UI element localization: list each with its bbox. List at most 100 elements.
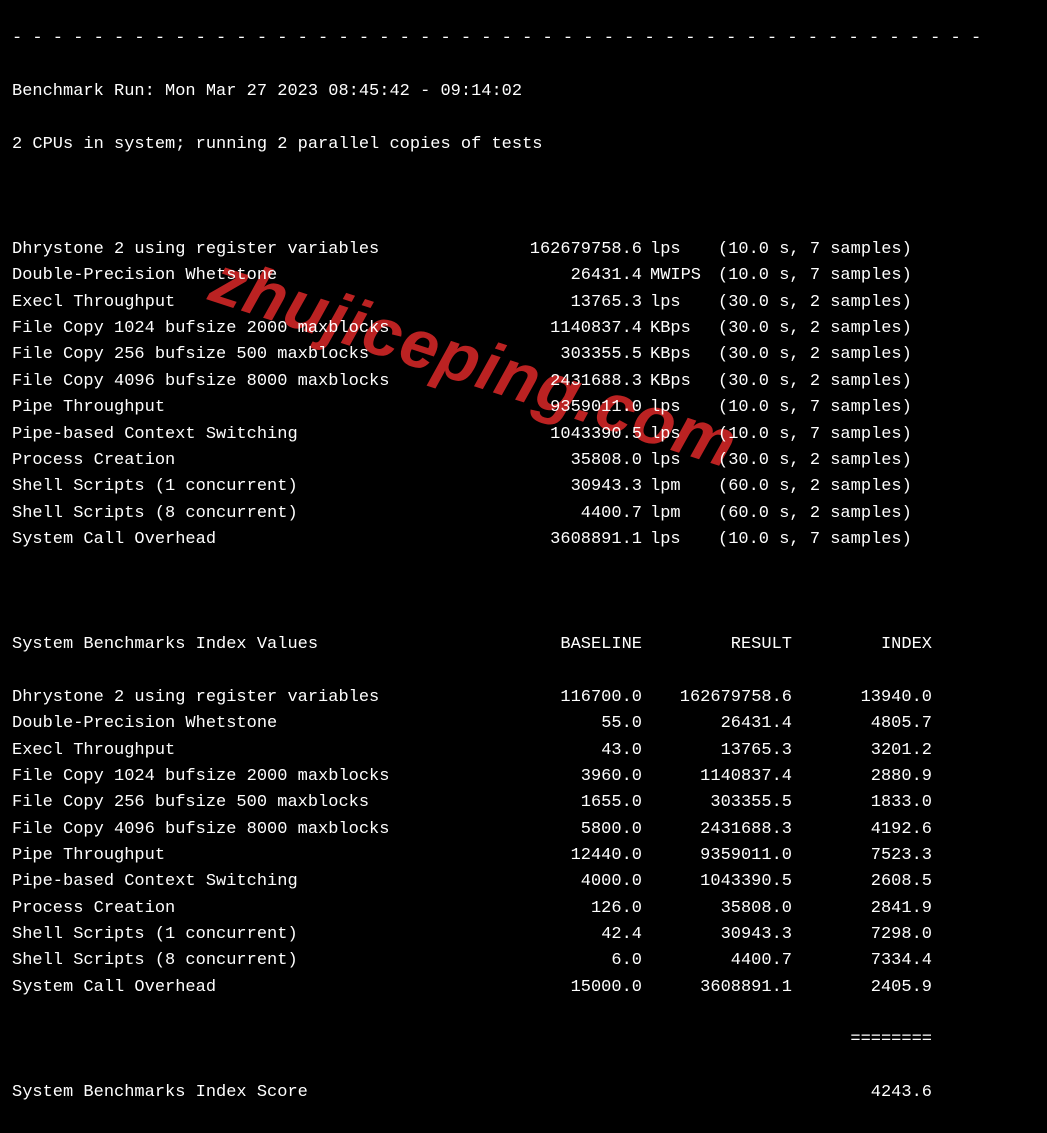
index-header-row: System Benchmarks Index Values BASELINE … (12, 632, 1035, 658)
index-name: System Call Overhead (12, 975, 442, 1001)
index-index: 2880.9 (792, 764, 932, 790)
test-row: Dhrystone 2 using register variables1626… (12, 237, 1035, 263)
test-row: Pipe Throughput9359011.0lps(10.0 s, 7 sa… (12, 395, 1035, 421)
test-value: 9359011.0 (442, 395, 642, 421)
test-unit: lpm (642, 501, 708, 527)
test-value: 1140837.4 (442, 316, 642, 342)
index-index: 4192.6 (792, 817, 932, 843)
score-label: System Benchmarks Index Score (12, 1080, 442, 1106)
index-result: 4400.7 (642, 948, 792, 974)
test-name: Dhrystone 2 using register variables (12, 237, 442, 263)
index-row: Shell Scripts (1 concurrent)42.430943.37… (12, 922, 1035, 948)
index-baseline: 15000.0 (442, 975, 642, 1001)
test-value: 35808.0 (442, 448, 642, 474)
test-row: Process Creation35808.0lps(30.0 s, 2 sam… (12, 448, 1035, 474)
index-index: 7523.3 (792, 843, 932, 869)
index-index: 1833.0 (792, 790, 932, 816)
index-header-index: INDEX (792, 632, 932, 658)
index-result: 2431688.3 (642, 817, 792, 843)
score-value: 4243.6 (792, 1080, 932, 1106)
index-row: Dhrystone 2 using register variables1167… (12, 685, 1035, 711)
test-row: Shell Scripts (1 concurrent)30943.3lpm(6… (12, 474, 1035, 500)
test-value: 303355.5 (442, 342, 642, 368)
blank-line (12, 580, 1035, 606)
test-unit: lps (642, 448, 708, 474)
index-baseline: 1655.0 (442, 790, 642, 816)
test-name: Pipe Throughput (12, 395, 442, 421)
test-unit: lps (642, 527, 708, 553)
test-sample: (30.0 s, 2 samples) (708, 290, 912, 316)
terminal-output: - - - - - - - - - - - - - - - - - - - - … (0, 0, 1047, 1133)
cpu-info-header: 2 CPUs in system; running 2 parallel cop… (12, 132, 1035, 158)
benchmark-run-header: Benchmark Run: Mon Mar 27 2023 08:45:42 … (12, 79, 1035, 105)
index-result: 30943.3 (642, 922, 792, 948)
test-name: Shell Scripts (8 concurrent) (12, 501, 442, 527)
index-index: 2841.9 (792, 896, 932, 922)
index-index: 2405.9 (792, 975, 932, 1001)
index-header-baseline: BASELINE (442, 632, 642, 658)
test-name: Pipe-based Context Switching (12, 422, 442, 448)
test-sample: (30.0 s, 2 samples) (708, 369, 912, 395)
test-unit: KBps (642, 316, 708, 342)
index-result: 3608891.1 (642, 975, 792, 1001)
test-row: File Copy 1024 bufsize 2000 maxblocks114… (12, 316, 1035, 342)
test-value: 162679758.6 (442, 237, 642, 263)
index-row: Process Creation126.035808.02841.9 (12, 896, 1035, 922)
index-row: Shell Scripts (8 concurrent)6.04400.7733… (12, 948, 1035, 974)
index-result: 162679758.6 (642, 685, 792, 711)
test-sample: (10.0 s, 7 samples) (708, 263, 912, 289)
index-index: 7334.4 (792, 948, 932, 974)
index-result: 26431.4 (642, 711, 792, 737)
test-row: Pipe-based Context Switching1043390.5lps… (12, 422, 1035, 448)
index-baseline: 6.0 (442, 948, 642, 974)
index-baseline: 43.0 (442, 738, 642, 764)
index-baseline: 55.0 (442, 711, 642, 737)
index-baseline: 4000.0 (442, 869, 642, 895)
test-name: Shell Scripts (1 concurrent) (12, 474, 442, 500)
test-value: 26431.4 (442, 263, 642, 289)
test-value: 30943.3 (442, 474, 642, 500)
index-name: Process Creation (12, 896, 442, 922)
index-name: File Copy 1024 bufsize 2000 maxblocks (12, 764, 442, 790)
test-sample: (10.0 s, 7 samples) (708, 237, 912, 263)
test-value: 1043390.5 (442, 422, 642, 448)
score-row: System Benchmarks Index Score 4243.6 (12, 1080, 1035, 1106)
blank-line (12, 184, 1035, 210)
test-sample: (10.0 s, 7 samples) (708, 395, 912, 421)
index-row: File Copy 1024 bufsize 2000 maxblocks396… (12, 764, 1035, 790)
index-name: Dhrystone 2 using register variables (12, 685, 442, 711)
test-unit: KBps (642, 342, 708, 368)
index-index: 13940.0 (792, 685, 932, 711)
test-row: System Call Overhead3608891.1lps(10.0 s,… (12, 527, 1035, 553)
index-result: 13765.3 (642, 738, 792, 764)
test-value: 2431688.3 (442, 369, 642, 395)
test-name: File Copy 1024 bufsize 2000 maxblocks (12, 316, 442, 342)
index-baseline: 116700.0 (442, 685, 642, 711)
test-sample: (60.0 s, 2 samples) (708, 474, 912, 500)
test-name: Execl Throughput (12, 290, 442, 316)
index-result: 9359011.0 (642, 843, 792, 869)
index-index: 2608.5 (792, 869, 932, 895)
index-row: File Copy 4096 bufsize 8000 maxblocks580… (12, 817, 1035, 843)
test-sample: (10.0 s, 7 samples) (708, 422, 912, 448)
index-index: 4805.7 (792, 711, 932, 737)
index-row: Pipe-based Context Switching4000.0104339… (12, 869, 1035, 895)
test-name: File Copy 4096 bufsize 8000 maxblocks (12, 369, 442, 395)
test-unit: lps (642, 237, 708, 263)
test-unit: lps (642, 422, 708, 448)
index-name: File Copy 4096 bufsize 8000 maxblocks (12, 817, 442, 843)
test-sample: (10.0 s, 7 samples) (708, 527, 912, 553)
test-sample: (30.0 s, 2 samples) (708, 448, 912, 474)
index-result: 1140837.4 (642, 764, 792, 790)
index-name: Pipe Throughput (12, 843, 442, 869)
test-unit: lps (642, 395, 708, 421)
index-name: File Copy 256 bufsize 500 maxblocks (12, 790, 442, 816)
index-result: 1043390.5 (642, 869, 792, 895)
index-row: System Call Overhead15000.03608891.12405… (12, 975, 1035, 1001)
index-row: Execl Throughput43.013765.33201.2 (12, 738, 1035, 764)
index-row: Pipe Throughput12440.09359011.07523.3 (12, 843, 1035, 869)
index-baseline: 42.4 (442, 922, 642, 948)
test-value: 4400.7 (442, 501, 642, 527)
index-result: 35808.0 (642, 896, 792, 922)
test-row: Execl Throughput13765.3lps(30.0 s, 2 sam… (12, 290, 1035, 316)
